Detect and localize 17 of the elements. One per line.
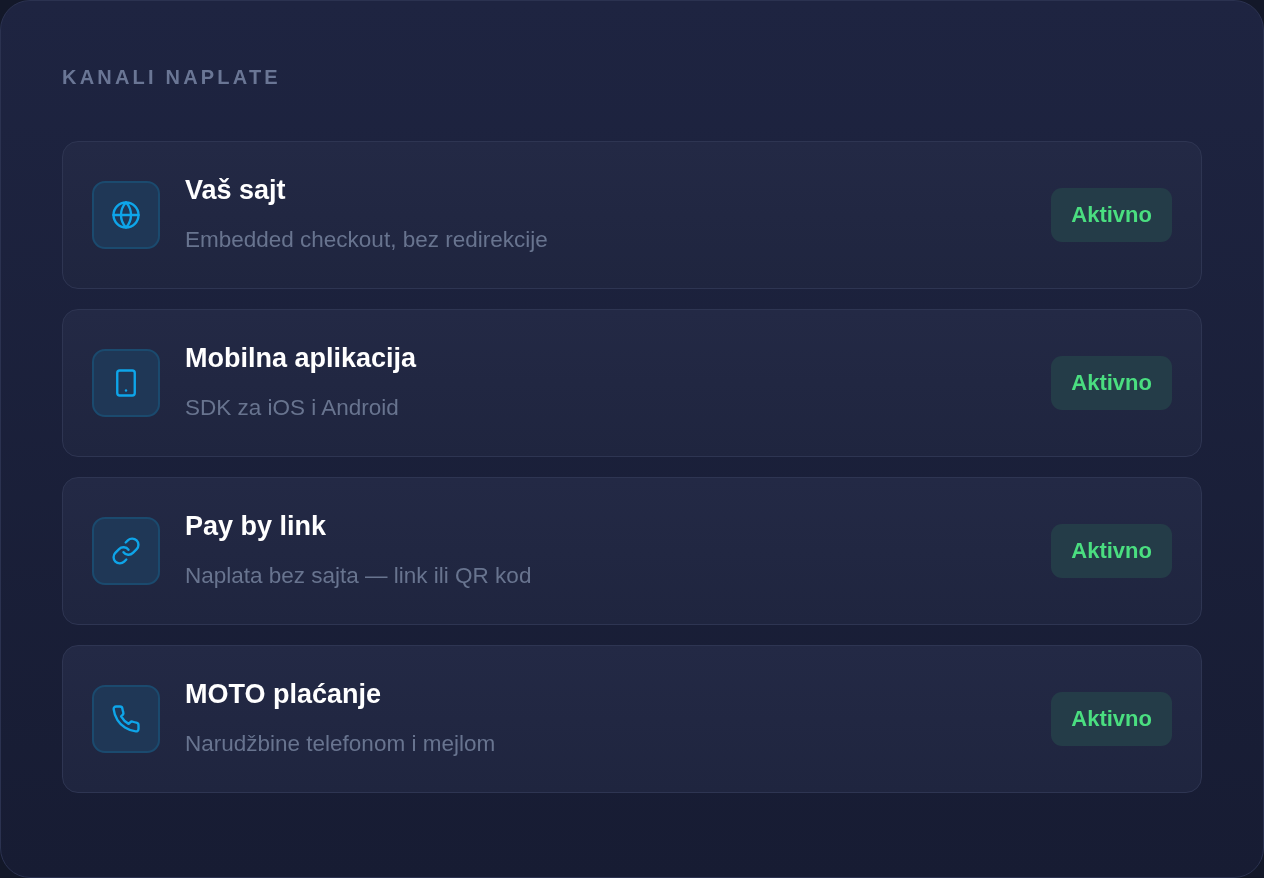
channel-description: SDK za iOS i Android	[185, 394, 400, 422]
phone-icon	[92, 685, 160, 753]
status-label: Aktivno	[1051, 524, 1172, 578]
status-label: Aktivno	[1051, 188, 1172, 242]
status-label: Aktivno	[1051, 356, 1172, 410]
channel-description: Naplata bez sajta — link ili QR kod	[185, 562, 533, 590]
channel-title: Pay by link	[185, 510, 328, 543]
channel-description: Narudžbine telefonom i mejlom	[185, 730, 497, 758]
channel-title: MOTO plaćanje	[185, 678, 383, 711]
globe-icon	[92, 181, 160, 249]
smartphone-icon	[92, 349, 160, 417]
channel-title: Vaš sajt	[185, 174, 287, 207]
section-title: KANALI NAPLATE	[62, 65, 282, 90]
link-icon	[92, 517, 160, 585]
status-label: Aktivno	[1051, 692, 1172, 746]
channel-title: Mobilna aplikacija	[185, 342, 418, 375]
channel-description: Embedded checkout, bez redirekcije	[185, 226, 549, 254]
